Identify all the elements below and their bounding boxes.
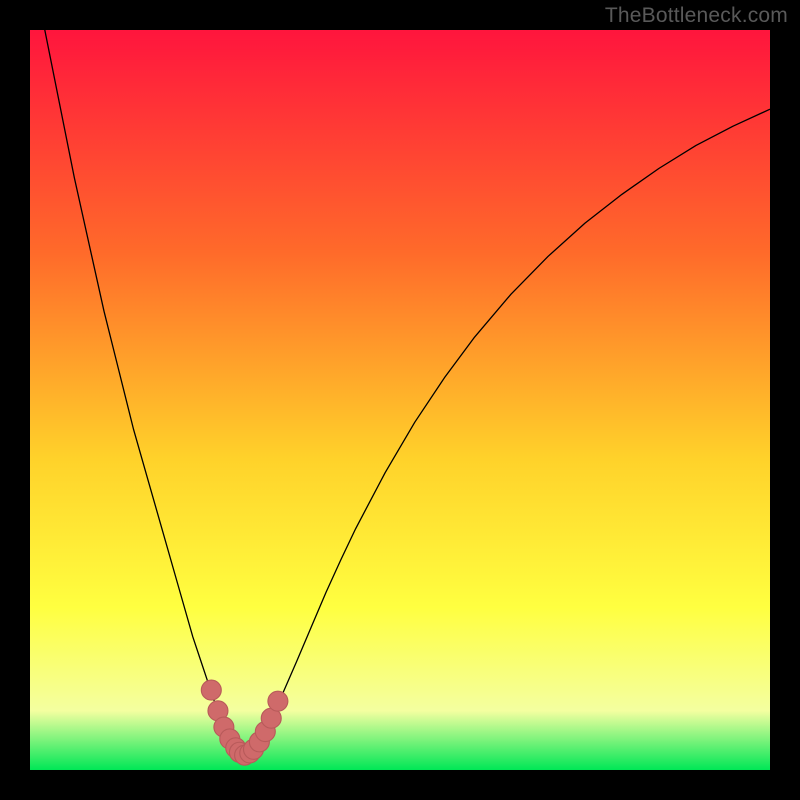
gradient-background xyxy=(30,30,770,770)
chart-frame: TheBottleneck.com xyxy=(0,0,800,800)
optimal-marker xyxy=(268,691,288,711)
bottleneck-chart xyxy=(30,30,770,770)
watermark-text: TheBottleneck.com xyxy=(605,4,788,28)
optimal-marker xyxy=(201,680,221,700)
